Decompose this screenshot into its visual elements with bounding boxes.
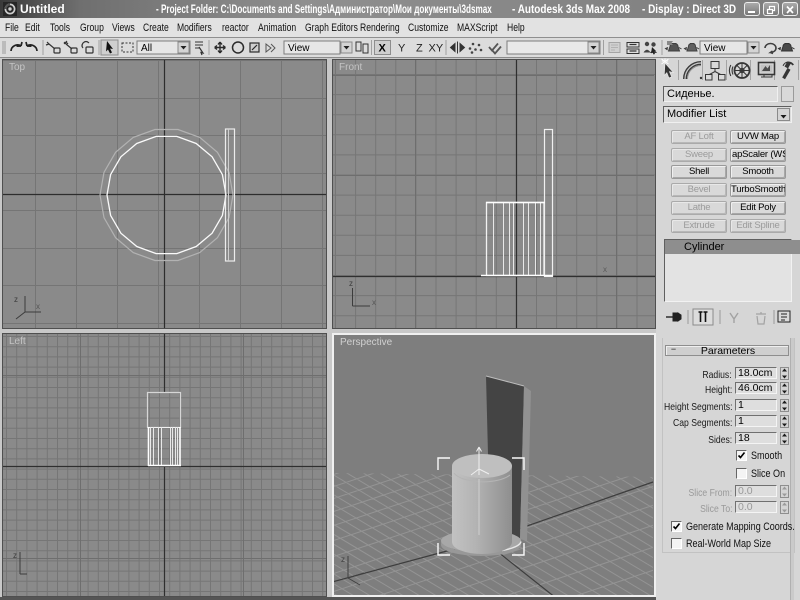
svg-text:Z: Z xyxy=(416,43,423,55)
svg-text:All: All xyxy=(141,43,152,54)
svg-text:x: x xyxy=(372,298,376,307)
svg-text:z: z xyxy=(341,555,345,564)
svg-text:X: X xyxy=(379,43,387,55)
svg-text:XY: XY xyxy=(429,43,444,55)
svg-text:x: x xyxy=(36,302,40,311)
svg-text:z: z xyxy=(13,551,17,560)
svg-text:Y: Y xyxy=(398,43,406,55)
svg-text:View: View xyxy=(288,43,310,54)
svg-text:z: z xyxy=(349,279,353,288)
svg-text:View: View xyxy=(704,43,726,54)
svg-text:x: x xyxy=(603,265,607,274)
svg-text:z: z xyxy=(14,295,18,304)
